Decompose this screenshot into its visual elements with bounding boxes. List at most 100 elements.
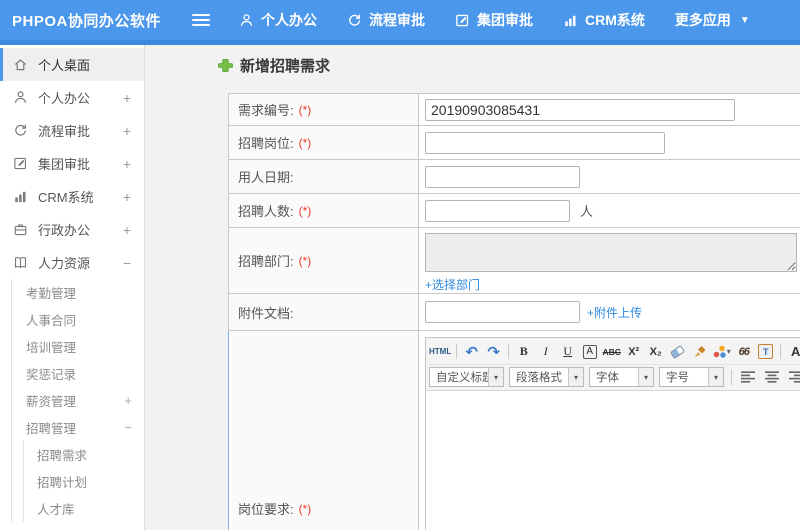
person-icon [13, 90, 29, 106]
page-title: 新增招聘需求 [218, 55, 330, 76]
subscript-button[interactable]: X₂ [646, 342, 665, 361]
form-row-date: 用人日期: [228, 160, 800, 194]
person-icon [239, 13, 254, 28]
sidebar-item-recruit-plan[interactable]: 招聘计划 [24, 468, 144, 495]
nav-more-apps[interactable]: 更多应用 ▼ [660, 0, 765, 40]
toolbar-separator [780, 344, 782, 359]
required-marker: (*) [298, 203, 312, 218]
bold-button[interactable]: B [514, 342, 533, 361]
expand-icon: + [122, 122, 131, 139]
eraser-button[interactable] [668, 342, 687, 361]
sidebar-item-training[interactable]: 培训管理 [12, 333, 144, 360]
highlight-color-button[interactable]: ▾ [712, 342, 731, 361]
process-icon [347, 13, 362, 28]
align-left-button[interactable] [739, 368, 758, 387]
field-label: 岗位要求: [238, 502, 294, 517]
paragraph-format-select[interactable]: 段落格式 ▾ [509, 367, 584, 387]
headcount-unit: 人 [580, 204, 594, 219]
sidebar-item-recruit-mgmt[interactable]: 招聘管理 − [12, 414, 144, 441]
field-label: 招聘部门: [238, 254, 294, 269]
editor-toolbar-row-2: 自定义标题 ▾ 段落格式 ▾ 字体 ▾ 字号 ▾ [429, 364, 800, 389]
select-department-link[interactable]: +选择部门 [425, 276, 480, 293]
palette-icon [712, 345, 726, 358]
nav-group-approval[interactable]: 集团审批 [440, 0, 548, 40]
nav-personal-office[interactable]: 个人办公 [224, 0, 332, 40]
toolbar-separator [508, 344, 510, 359]
main-content: 新增招聘需求 需求编号: (*) 招聘岗位: (*) 用人日期: 招聘人数: (*) … [146, 45, 800, 530]
toolbar-separator [731, 369, 732, 385]
sidebar-item-salary[interactable]: 薪资管理 + [12, 387, 144, 414]
field-label: 用人日期: [238, 170, 294, 185]
sidebar-item-talent-pool[interactable]: 人才库 [24, 495, 144, 522]
hr-submenu: 考勤管理 人事合同 培训管理 奖惩记录 薪资管理 + 招聘管理 − 招聘需求 招聘计… [11, 279, 144, 522]
expand-icon: + [122, 89, 131, 106]
headcount-input[interactable] [425, 199, 570, 222]
sidebar-item-crm-system[interactable]: CRM系统 + [0, 180, 144, 213]
sidebar-item-personal-office[interactable]: 个人办公 + [0, 81, 144, 114]
collapse-icon: − [122, 254, 131, 271]
paste-button[interactable]: T [756, 342, 775, 361]
home-icon [13, 57, 29, 73]
caret-down-icon: ▾ [488, 368, 503, 386]
sidebar-item-group-approval[interactable]: 集团审批 + [0, 147, 144, 180]
top-header: PHPOA协同办公软件 个人办公 流程审批 集团审批 CRM系统 更多应用 ▼ [0, 0, 800, 40]
nav-crm-system[interactable]: CRM系统 [548, 0, 660, 40]
underline-button[interactable]: U [558, 342, 577, 361]
date-input[interactable] [425, 165, 580, 188]
sidebar-item-personal-desktop[interactable]: 个人桌面 [0, 48, 144, 81]
undo-button[interactable]: ↶ [462, 342, 481, 361]
bar-chart-icon [563, 13, 578, 28]
form-row-headcount: 招聘人数: (*) 人 [228, 194, 800, 228]
toolbar-separator [456, 344, 458, 359]
process-icon [13, 123, 29, 139]
sidebar-item-admin-office[interactable]: 行政办公 + [0, 213, 144, 246]
edit-square-icon [455, 13, 470, 28]
form-row-position: 招聘岗位: (*) [228, 126, 800, 160]
form-row-department: 招聘部门: (*) +选择部门 [228, 228, 800, 294]
align-right-button[interactable] [787, 368, 800, 387]
sidebar-item-process-approval[interactable]: 流程审批 + [0, 114, 144, 147]
brush-icon [694, 345, 706, 357]
sidebar-item-human-resources[interactable]: 人力资源 − [0, 246, 144, 279]
sidebar-item-hr-contract[interactable]: 人事合同 [12, 306, 144, 333]
sidebar-item-rewards[interactable]: 奖惩记录 [12, 360, 144, 387]
superscript-button[interactable]: X² [624, 342, 643, 361]
nav-process-approval[interactable]: 流程审批 [332, 0, 440, 40]
sidebar-item-recruit-request[interactable]: 招聘需求 [24, 441, 144, 468]
field-label: 附件文档: [238, 305, 294, 321]
rich-text-editor: HTML ↶ ↷ B I U A ABC X² X₂ ▾ 66 T A 自定义标… [425, 337, 800, 530]
edit-square-icon [13, 156, 29, 172]
request-no-input[interactable] [425, 98, 735, 121]
align-center-button[interactable] [763, 368, 782, 387]
autotype-button[interactable]: A [582, 344, 597, 359]
font-color-button[interactable]: A [786, 342, 800, 361]
font-family-select[interactable]: 字体 ▾ [589, 367, 654, 387]
redo-button[interactable]: ↷ [484, 342, 503, 361]
sidebar-item-attendance[interactable]: 考勤管理 [12, 279, 144, 306]
department-textarea[interactable] [425, 233, 797, 272]
sidebar-nav: 个人桌面 个人办公 + 流程审批 + 集团审批 + CRM系统 + 行政办公 +… [0, 45, 145, 530]
format-brush-button[interactable] [690, 342, 709, 361]
editor-content-area[interactable] [426, 391, 800, 530]
hamburger-menu-icon[interactable] [192, 14, 210, 26]
attachment-input[interactable] [425, 301, 580, 323]
custom-title-select[interactable]: 自定义标题 ▾ [429, 367, 504, 387]
field-label: 招聘人数: [238, 204, 294, 219]
caret-down-icon: ▾ [568, 368, 583, 386]
attachment-upload-link[interactable]: +附件上传 [587, 304, 642, 321]
form-row-requirement: 岗位要求: (*) HTML ↶ ↷ B I U A ABC X² X₂ ▾ 6… [228, 331, 800, 530]
eraser-icon [670, 344, 686, 359]
blockquote-button[interactable]: 66 [734, 342, 753, 361]
expand-icon: + [124, 393, 132, 408]
position-input[interactable] [425, 131, 665, 154]
form-row-request-no: 需求编号: (*) [228, 93, 800, 126]
paste-icon: T [758, 344, 774, 359]
field-label: 需求编号: [238, 103, 294, 118]
editor-toolbar: HTML ↶ ↷ B I U A ABC X² X₂ ▾ 66 T A 自定义标… [426, 338, 800, 391]
html-source-button[interactable]: HTML [429, 342, 451, 361]
strikethrough-button[interactable]: ABC [602, 342, 621, 361]
italic-button[interactable]: I [536, 342, 555, 361]
briefcase-icon [13, 222, 29, 238]
font-size-select[interactable]: 字号 ▾ [659, 367, 724, 387]
caret-down-icon: ▼ [739, 14, 750, 26]
